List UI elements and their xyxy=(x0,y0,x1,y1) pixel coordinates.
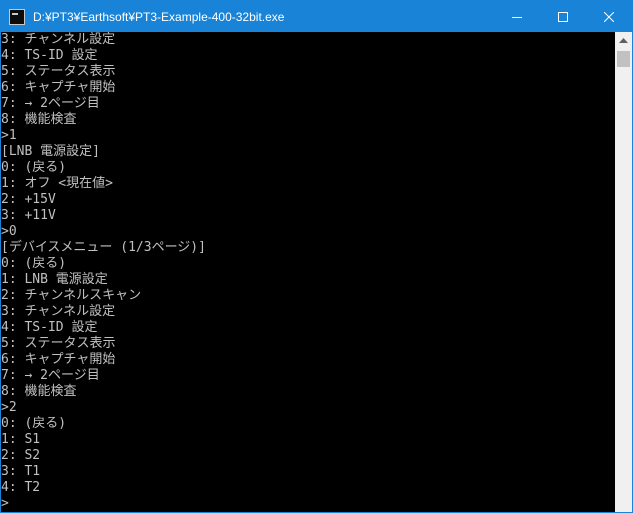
console-text: 3: チャンネル設定 4: TS-ID 設定 5: ステータス表示 6: キャプチャ開… xyxy=(1,32,206,512)
console-line: 3: +11V xyxy=(1,208,56,223)
vertical-scrollbar[interactable] xyxy=(615,32,632,512)
maximize-icon xyxy=(558,11,568,22)
console-line: 7: → 2ページ目 xyxy=(1,96,100,111)
console-line: 2: +15V xyxy=(1,192,56,207)
console-app-icon[interactable] xyxy=(9,8,25,25)
maximize-button[interactable] xyxy=(540,1,586,32)
console-line: >1 xyxy=(1,128,17,143)
minimize-button[interactable] xyxy=(494,1,540,32)
console-line: 5: ステータス表示 xyxy=(1,336,116,351)
console-line: 6: キャプチャ開始 xyxy=(1,352,116,367)
console-line: 4: TS-ID 設定 xyxy=(1,48,98,63)
console-line: > xyxy=(1,496,9,511)
console-line: 8: 機能検査 xyxy=(1,384,77,399)
scrollbar-thumb[interactable] xyxy=(617,51,630,67)
console-line: 0: (戻る) xyxy=(1,160,67,175)
console-line: 2: チャンネルスキャン xyxy=(1,288,142,303)
console-line: 1: S1 xyxy=(1,432,41,447)
console-line: 4: TS-ID 設定 xyxy=(1,320,98,335)
console-line: 7: → 2ページ目 xyxy=(1,368,100,383)
window-title: D:¥PT3¥Earthsoft¥PT3-Example-400-32bit.e… xyxy=(33,9,285,24)
console-output[interactable]: 3: チャンネル設定 4: TS-ID 設定 5: ステータス表示 6: キャプチャ開… xyxy=(1,32,615,512)
console-line: 5: ステータス表示 xyxy=(1,64,116,79)
console-line: 8: 機能検査 xyxy=(1,112,77,127)
console-line: 6: キャプチャ開始 xyxy=(1,80,116,95)
scroll-up-button[interactable] xyxy=(615,32,632,49)
close-button[interactable] xyxy=(586,1,632,32)
console-line: 3: チャンネル設定 xyxy=(1,32,116,47)
console-line: 2: S2 xyxy=(1,448,41,463)
console-line: >2 xyxy=(1,400,17,415)
minimize-icon xyxy=(512,16,522,18)
console-window: D:¥PT3¥Earthsoft¥PT3-Example-400-32bit.e… xyxy=(0,0,633,513)
console-line: 0: (戻る) xyxy=(1,256,67,271)
close-icon xyxy=(604,11,614,22)
console-line: 3: チャンネル設定 xyxy=(1,304,116,319)
console-line: 3: T1 xyxy=(1,464,41,479)
scroll-up-arrow-icon xyxy=(619,37,628,43)
console-line: 1: LNB 電源設定 xyxy=(1,272,108,287)
console-line: >0 xyxy=(1,224,17,239)
console-line: [LNB 電源設定] xyxy=(1,144,100,159)
console-line: 1: オフ <現在値> xyxy=(1,176,113,191)
console-line: [デバイスメニュー (1/3ページ)] xyxy=(1,240,206,255)
console-line: 0: (戻る) xyxy=(1,416,67,431)
title-bar[interactable]: D:¥PT3¥Earthsoft¥PT3-Example-400-32bit.e… xyxy=(1,1,632,32)
console-line: 4: T2 xyxy=(1,480,41,495)
